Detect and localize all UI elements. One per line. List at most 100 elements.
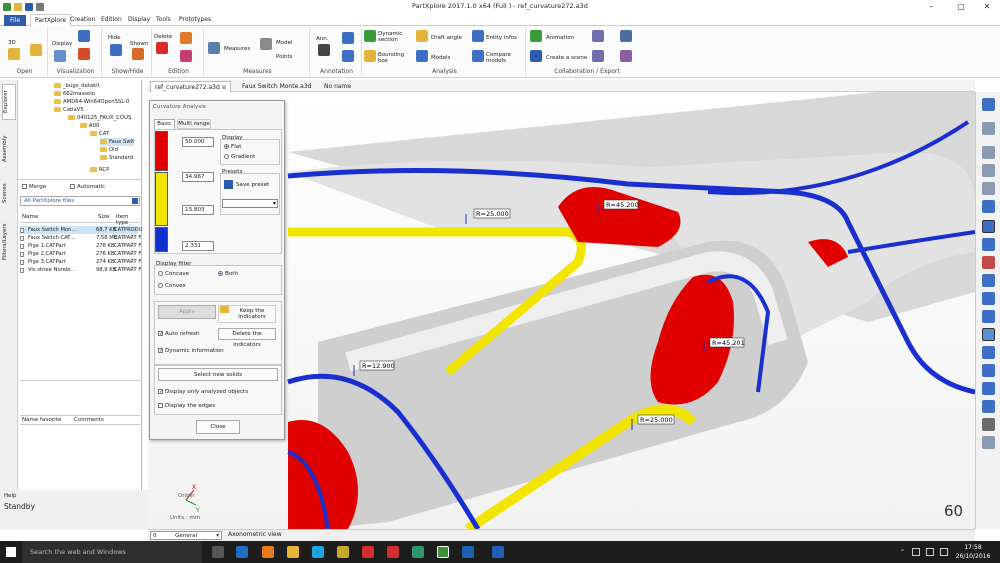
hide-icon[interactable] bbox=[110, 44, 122, 56]
dynamic-section-button[interactable]: Dynamic section bbox=[378, 31, 412, 43]
entity-infos-icon[interactable] bbox=[472, 30, 484, 42]
display-mode-icon[interactable] bbox=[54, 50, 66, 62]
tab-creation[interactable]: Creation bbox=[66, 14, 99, 26]
color-range-red[interactable] bbox=[155, 131, 168, 171]
create-scene-icon[interactable] bbox=[530, 50, 542, 62]
keep-indicators-button[interactable]: Keep the indicators bbox=[218, 305, 276, 323]
file-filter-select[interactable]: All PartXplore files bbox=[20, 196, 140, 206]
hide-button[interactable]: Hide bbox=[108, 35, 121, 41]
task-view-icon[interactable] bbox=[212, 546, 224, 558]
right-view-icon[interactable] bbox=[982, 292, 995, 305]
back-view-icon[interactable] bbox=[982, 310, 995, 323]
apply-button[interactable]: Apply bbox=[158, 305, 216, 319]
export-icon[interactable] bbox=[592, 30, 604, 42]
tab-filters-layers[interactable]: Filters/Layers bbox=[2, 220, 16, 264]
tray-chevron-icon[interactable]: ^ bbox=[900, 549, 905, 556]
keyboard-icon[interactable] bbox=[940, 548, 948, 556]
partxplore-taskbar-icon[interactable] bbox=[437, 546, 449, 558]
tree-item[interactable]: Standard bbox=[100, 154, 133, 162]
display-edges-checkbox[interactable]: Display the edges bbox=[158, 403, 215, 409]
tree-item[interactable]: CAT bbox=[90, 130, 109, 138]
zoom-in-icon[interactable] bbox=[982, 164, 995, 177]
taskbar-search[interactable]: Search the web and Windows bbox=[22, 541, 202, 563]
models-icon[interactable] bbox=[416, 50, 428, 62]
tree-item-selected[interactable]: Faux Swit bbox=[100, 138, 135, 146]
outlook-icon[interactable] bbox=[236, 546, 248, 558]
color-range-yellow[interactable] bbox=[155, 172, 168, 226]
layout-quad-icon[interactable] bbox=[982, 400, 995, 413]
compare-models-button[interactable]: Compare models bbox=[486, 52, 520, 64]
shown-icon[interactable] bbox=[132, 48, 144, 60]
tree-item[interactable]: _bugs_datakit bbox=[54, 82, 100, 90]
cube-view-icon[interactable] bbox=[78, 30, 90, 42]
zoom-out-icon[interactable] bbox=[982, 182, 995, 195]
radio-flat[interactable]: Flat bbox=[224, 144, 241, 150]
model-button[interactable]: Model bbox=[276, 40, 293, 46]
tab-explorer[interactable]: Explorer bbox=[2, 84, 16, 120]
draft-angle-button[interactable]: Draft angle bbox=[431, 35, 462, 41]
column-name-favorite[interactable]: Name favorite bbox=[22, 417, 61, 423]
file-row[interactable]: Vis striee Norele... 98,9 KB CATPART F bbox=[20, 266, 141, 274]
app-dx-icon[interactable] bbox=[362, 546, 374, 558]
range-value-2[interactable]: 34.967 bbox=[182, 172, 214, 182]
merge-checkbox[interactable]: Merge bbox=[22, 184, 46, 190]
save-preset-button[interactable]: Save preset bbox=[236, 182, 269, 188]
tree-item[interactable]: CatiaV5 bbox=[54, 106, 84, 114]
word-icon[interactable] bbox=[462, 546, 474, 558]
compare-models-icon[interactable] bbox=[472, 50, 484, 62]
range-value-min[interactable]: 2.331 bbox=[182, 241, 214, 251]
grid-icon[interactable] bbox=[982, 418, 995, 431]
maximize-button[interactable]: ▢ bbox=[950, 0, 972, 13]
select-new-solids-button[interactable]: Select new solids bbox=[158, 368, 278, 381]
layer-select[interactable]: 0 General ▾ bbox=[150, 531, 222, 540]
dimension-icon[interactable] bbox=[342, 50, 354, 62]
column-comments[interactable]: Comments bbox=[74, 417, 104, 423]
draft-angle-icon[interactable] bbox=[416, 30, 428, 42]
radio-gradient[interactable]: Gradient bbox=[224, 154, 255, 160]
measures-button[interactable]: Measures bbox=[224, 46, 250, 52]
bounding-box-icon[interactable] bbox=[364, 50, 376, 62]
annotation-button[interactable]: Ann. bbox=[316, 36, 328, 42]
layout-vertical-icon[interactable] bbox=[982, 364, 995, 377]
dynamic-section-icon[interactable] bbox=[364, 30, 376, 42]
delete-indicators-button[interactable]: Delete the indicators bbox=[218, 328, 276, 348]
tab-edition[interactable]: Edition bbox=[97, 14, 126, 26]
save-export-icon[interactable] bbox=[620, 30, 632, 42]
view-cube-icon[interactable] bbox=[982, 98, 995, 111]
file-row[interactable]: Pige 2.CATPart 276 KB CATPART F bbox=[20, 250, 141, 258]
close-dialog-button[interactable]: Close bbox=[196, 420, 240, 434]
column-type[interactable]: Item type bbox=[116, 214, 140, 226]
tree-item[interactable]: AMD64-Win64OpenSSL-0 bbox=[54, 98, 129, 106]
layout-single-icon[interactable] bbox=[982, 346, 995, 359]
doc-tab-faux-switch[interactable]: Faux Switch Monte.a3d bbox=[238, 81, 316, 92]
tab-partxplore[interactable]: PartXplore bbox=[30, 14, 72, 26]
file-explorer-icon[interactable] bbox=[287, 546, 299, 558]
display-button[interactable]: Display bbox=[52, 41, 72, 47]
3d-button[interactable]: 3D bbox=[8, 40, 16, 46]
color-range-blue[interactable] bbox=[155, 227, 168, 252]
close-button[interactable]: ✕ bbox=[976, 0, 998, 13]
entity-infos-button[interactable]: Entity infos bbox=[486, 35, 517, 41]
column-size[interactable]: Size bbox=[98, 214, 109, 220]
delete-button[interactable]: Delete bbox=[154, 34, 172, 40]
close-tab-icon[interactable]: ⊠ bbox=[222, 85, 226, 91]
file-row[interactable]: Pige 3.CATPart 274 KB CATPART F bbox=[20, 258, 141, 266]
automatic-checkbox[interactable]: Automatic bbox=[70, 184, 105, 190]
range-value-max[interactable]: 50.000 bbox=[182, 137, 214, 147]
radio-convex[interactable]: Convex bbox=[158, 283, 186, 289]
open-3d-icon[interactable] bbox=[8, 48, 20, 60]
tree-item[interactable]: Old bbox=[100, 146, 118, 154]
auto-refresh-checkbox[interactable]: ✓ Auto refresh bbox=[158, 331, 199, 337]
tab-prototypes[interactable]: Prototypes bbox=[175, 14, 215, 26]
minimize-button[interactable]: – bbox=[920, 0, 942, 13]
left-view-icon[interactable] bbox=[982, 274, 995, 287]
zoom-icon[interactable] bbox=[982, 146, 995, 159]
transform-icon[interactable] bbox=[180, 50, 192, 62]
folder-app-icon[interactable] bbox=[337, 546, 349, 558]
file-row[interactable]: Pige 1.CATPart 278 KB CATPART F bbox=[20, 242, 141, 250]
animation-icon[interactable] bbox=[530, 30, 542, 42]
iso-view-icon[interactable] bbox=[982, 328, 995, 341]
app-green-icon[interactable] bbox=[412, 546, 424, 558]
clock-time[interactable]: 17:58 bbox=[958, 544, 988, 551]
front-view-icon[interactable] bbox=[982, 238, 995, 251]
